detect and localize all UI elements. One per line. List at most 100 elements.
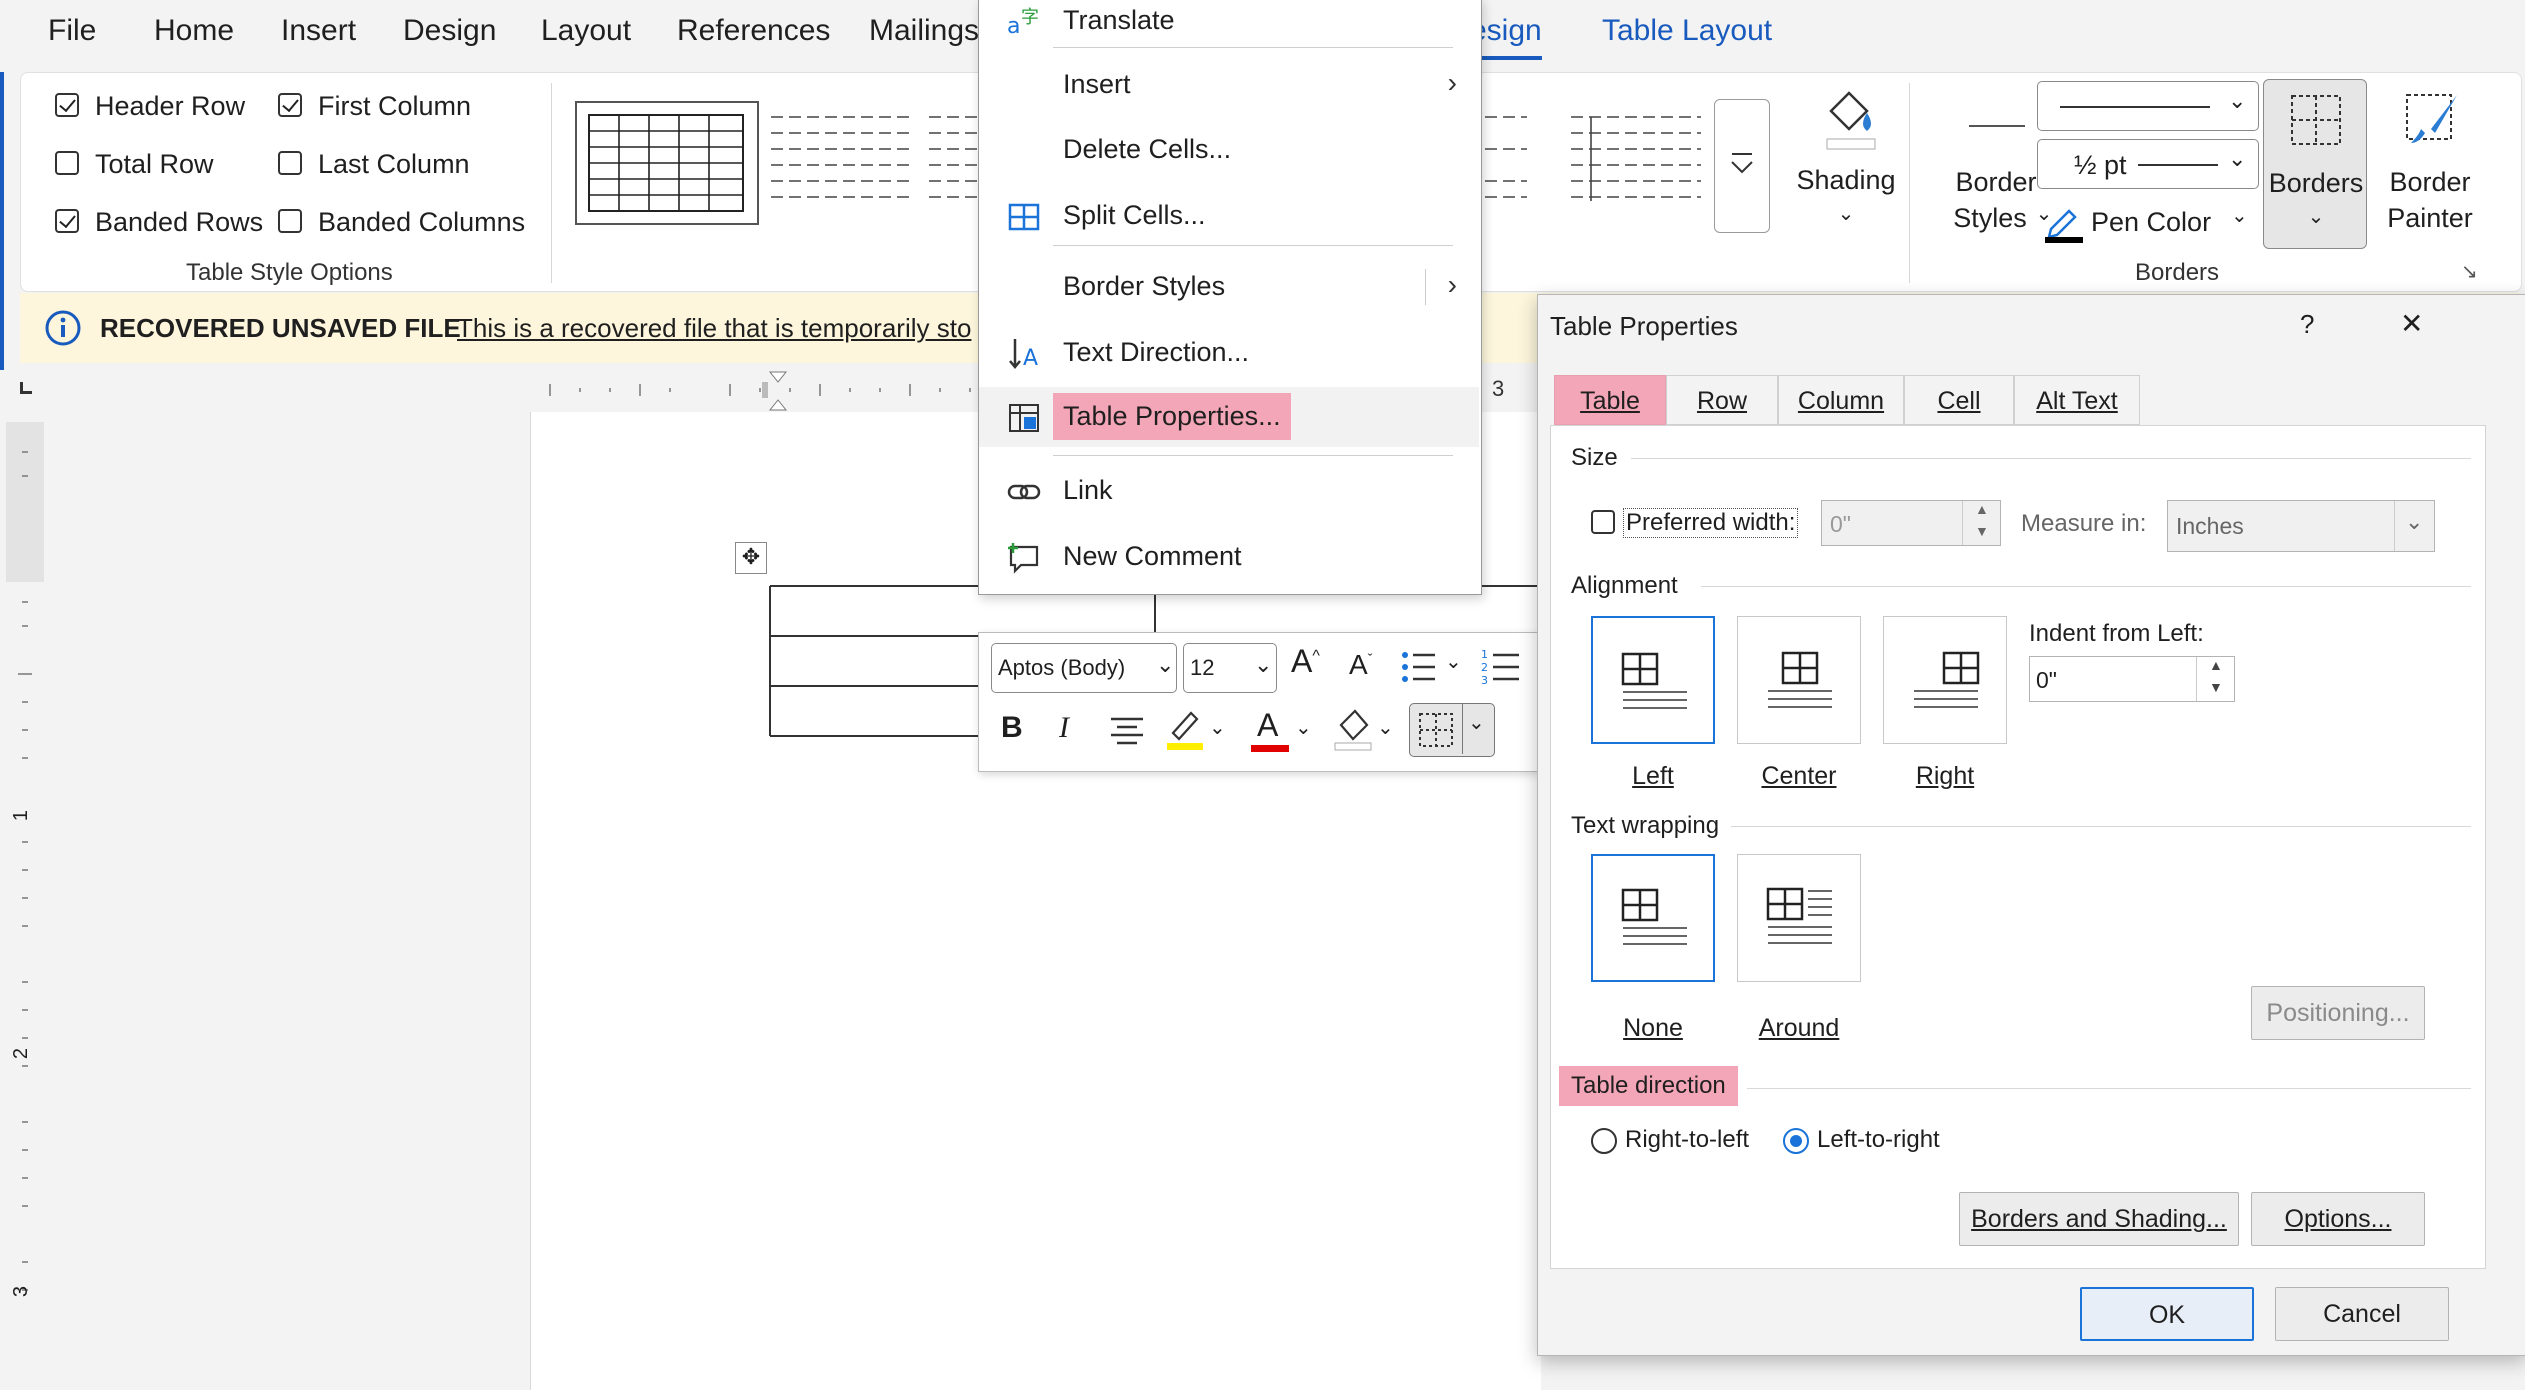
banded-columns-checkbox[interactable] <box>278 209 302 233</box>
wrapping-none-option[interactable] <box>1591 854 1715 982</box>
banded-rows-checkbox[interactable] <box>55 209 79 233</box>
dialog-tab-alt-text[interactable]: Alt Text <box>2014 375 2140 425</box>
spin-down-icon[interactable]: ▼ <box>2209 679 2223 695</box>
svg-text:1: 1 <box>1481 648 1488 661</box>
font-color-letter: A <box>1257 707 1279 743</box>
chevron-down-icon[interactable]: ⌄ <box>1377 715 1394 740</box>
mini-borders-button[interactable]: ⌄ <box>1409 703 1495 757</box>
spin-up-icon[interactable]: ▲ <box>1975 501 1989 517</box>
menu-item-link[interactable]: Link <box>979 461 1479 521</box>
menu-item-table-properties[interactable]: Table Properties... <box>979 387 1479 447</box>
shading-bucket-icon[interactable] <box>1333 707 1373 751</box>
align-left-table-icon <box>1621 652 1687 709</box>
table-style-partial-right[interactable] <box>1481 101 1551 225</box>
spin-down-icon[interactable]: ▼ <box>1975 523 1989 539</box>
shrink-font-button[interactable]: Aˇ <box>1349 649 1372 681</box>
table-style-lines[interactable] <box>1561 101 1711 225</box>
preferred-width-checkbox[interactable] <box>1591 510 1615 534</box>
dialog-tab-table[interactable]: Table <box>1554 375 1666 425</box>
dialog-tab-column[interactable]: Column <box>1778 375 1904 425</box>
numbering-icon[interactable]: 123 <box>1481 647 1521 687</box>
left-to-right-radio[interactable] <box>1783 1128 1809 1154</box>
section-divider <box>1631 458 2471 459</box>
first-column-checkbox[interactable] <box>278 93 302 117</box>
positioning-button[interactable]: Positioning... <box>2251 986 2425 1040</box>
last-column-checkbox[interactable] <box>278 151 302 175</box>
alignment-right-option[interactable] <box>1883 616 2007 744</box>
dialog-tab-row[interactable]: Row <box>1666 375 1778 425</box>
tab-selector-icon[interactable] <box>20 382 32 394</box>
tab-references[interactable]: References <box>677 14 830 48</box>
right-to-left-radio[interactable] <box>1591 1128 1617 1154</box>
alignment-center-option[interactable] <box>1737 616 1861 744</box>
vertical-ruler[interactable]: 1 2 3 <box>0 412 50 1390</box>
gallery-more-button[interactable] <box>1714 99 1770 233</box>
close-button[interactable]: ✕ <box>2400 307 2423 340</box>
pen-color-button[interactable]: Pen Color ⌄ <box>2041 201 2261 247</box>
header-row-label: Header Row <box>95 91 246 121</box>
tab-file[interactable]: File <box>48 14 96 48</box>
tab-design[interactable]: Design <box>403 14 496 48</box>
header-row-checkbox[interactable] <box>55 93 79 117</box>
font-name-combo[interactable]: Aptos (Body) ⌄ <box>991 643 1177 693</box>
bold-button[interactable]: B <box>1001 711 1023 745</box>
menu-item-translate[interactable]: a 字 Translate <box>979 0 1479 51</box>
table-style-grid-selected[interactable] <box>575 101 759 225</box>
table-style-partial[interactable] <box>909 101 989 225</box>
borders-group-label: Borders <box>2135 259 2220 286</box>
tab-layout[interactable]: Layout <box>541 14 631 48</box>
table-style-options-group-label: Table Style Options <box>186 259 393 286</box>
spin-up-icon[interactable]: ▲ <box>2209 657 2223 673</box>
indent-from-left-input[interactable]: 0" ▲ ▼ <box>2029 656 2235 702</box>
infobar-message-link[interactable]: This is a recovered file that is tempora… <box>457 313 971 344</box>
chevron-right-icon[interactable]: › <box>1448 269 1457 301</box>
grow-font-button[interactable]: A^ <box>1291 643 1320 680</box>
tab-mailings[interactable]: Mailings <box>869 14 979 48</box>
preferred-width-input[interactable]: 0" ▲ ▼ <box>1821 500 2001 546</box>
tab-table-layout[interactable]: Table Layout <box>1602 14 1772 48</box>
spin-buttons[interactable]: ▲ ▼ <box>1962 501 2001 545</box>
measure-in-dropdown[interactable]: Inches ⌄ <box>2167 500 2435 552</box>
font-size-combo[interactable]: 12 ⌄ <box>1183 643 1277 693</box>
menu-item-new-comment[interactable]: New Comment <box>979 527 1479 587</box>
banded-columns-label: Banded Columns <box>318 207 526 237</box>
alignment-left-option[interactable] <box>1591 616 1715 744</box>
border-painter-label-2: Painter <box>2387 203 2473 233</box>
borders-button[interactable]: Borders ⌄ <box>2263 79 2367 249</box>
alignment-left-label: Left <box>1578 762 1728 791</box>
italic-button[interactable]: I <box>1059 711 1069 745</box>
menu-item-text-direction[interactable]: A Text Direction... <box>979 323 1479 383</box>
mini-toolbar: Aptos (Body) ⌄ 12 ⌄ A^ Aˇ ⌄ 123 B I ⌄ A … <box>978 632 1540 772</box>
menu-separator <box>1053 47 1453 48</box>
cancel-button[interactable]: Cancel <box>2275 1287 2449 1341</box>
menu-item-border-styles[interactable]: Border Styles › <box>979 257 1479 317</box>
shading-button[interactable]: Shading ⌄ <box>1791 79 1901 249</box>
menu-item-split-cells[interactable]: Split Cells... <box>979 186 1479 246</box>
options-button[interactable]: Options... <box>2251 1192 2425 1246</box>
help-button[interactable]: ? <box>2300 309 2314 340</box>
ok-button[interactable]: OK <box>2080 1287 2254 1341</box>
line-weight-dropdown[interactable]: ½ pt ⌄ <box>2037 139 2259 189</box>
wrapping-around-option[interactable] <box>1737 854 1861 982</box>
chevron-down-icon[interactable]: ⌄ <box>1295 715 1312 740</box>
border-painter-button[interactable]: Border Painter <box>2375 79 2485 249</box>
menu-item-delete-cells[interactable]: Delete Cells... <box>979 120 1479 180</box>
tab-insert[interactable]: Insert <box>281 14 356 48</box>
dialog-launcher-icon[interactable]: ↘ <box>2461 259 2478 284</box>
chevron-down-icon[interactable]: ⌄ <box>1209 715 1226 740</box>
font-color-button[interactable]: A <box>1251 707 1291 753</box>
line-style-dropdown[interactable]: ⌄ <box>2037 81 2259 131</box>
total-row-checkbox[interactable] <box>55 151 79 175</box>
table-style-plain[interactable] <box>751 101 931 225</box>
menu-item-insert[interactable]: Insert › <box>979 55 1479 115</box>
spin-buttons[interactable]: ▲ ▼ <box>2196 657 2235 701</box>
dialog-tab-cell[interactable]: Cell <box>1904 375 2014 425</box>
bullets-icon[interactable] <box>1399 647 1439 687</box>
align-center-icon[interactable] <box>1109 715 1145 747</box>
table-move-handle-icon[interactable]: ✥ <box>735 542 767 574</box>
tab-home[interactable]: Home <box>154 14 234 48</box>
highlighter-icon[interactable] <box>1165 707 1205 751</box>
borders-and-shading-button[interactable]: Borders and Shading... <box>1959 1192 2239 1246</box>
indent-from-left-value: 0" <box>2036 667 2057 693</box>
chevron-down-icon[interactable]: ⌄ <box>1445 649 1462 674</box>
